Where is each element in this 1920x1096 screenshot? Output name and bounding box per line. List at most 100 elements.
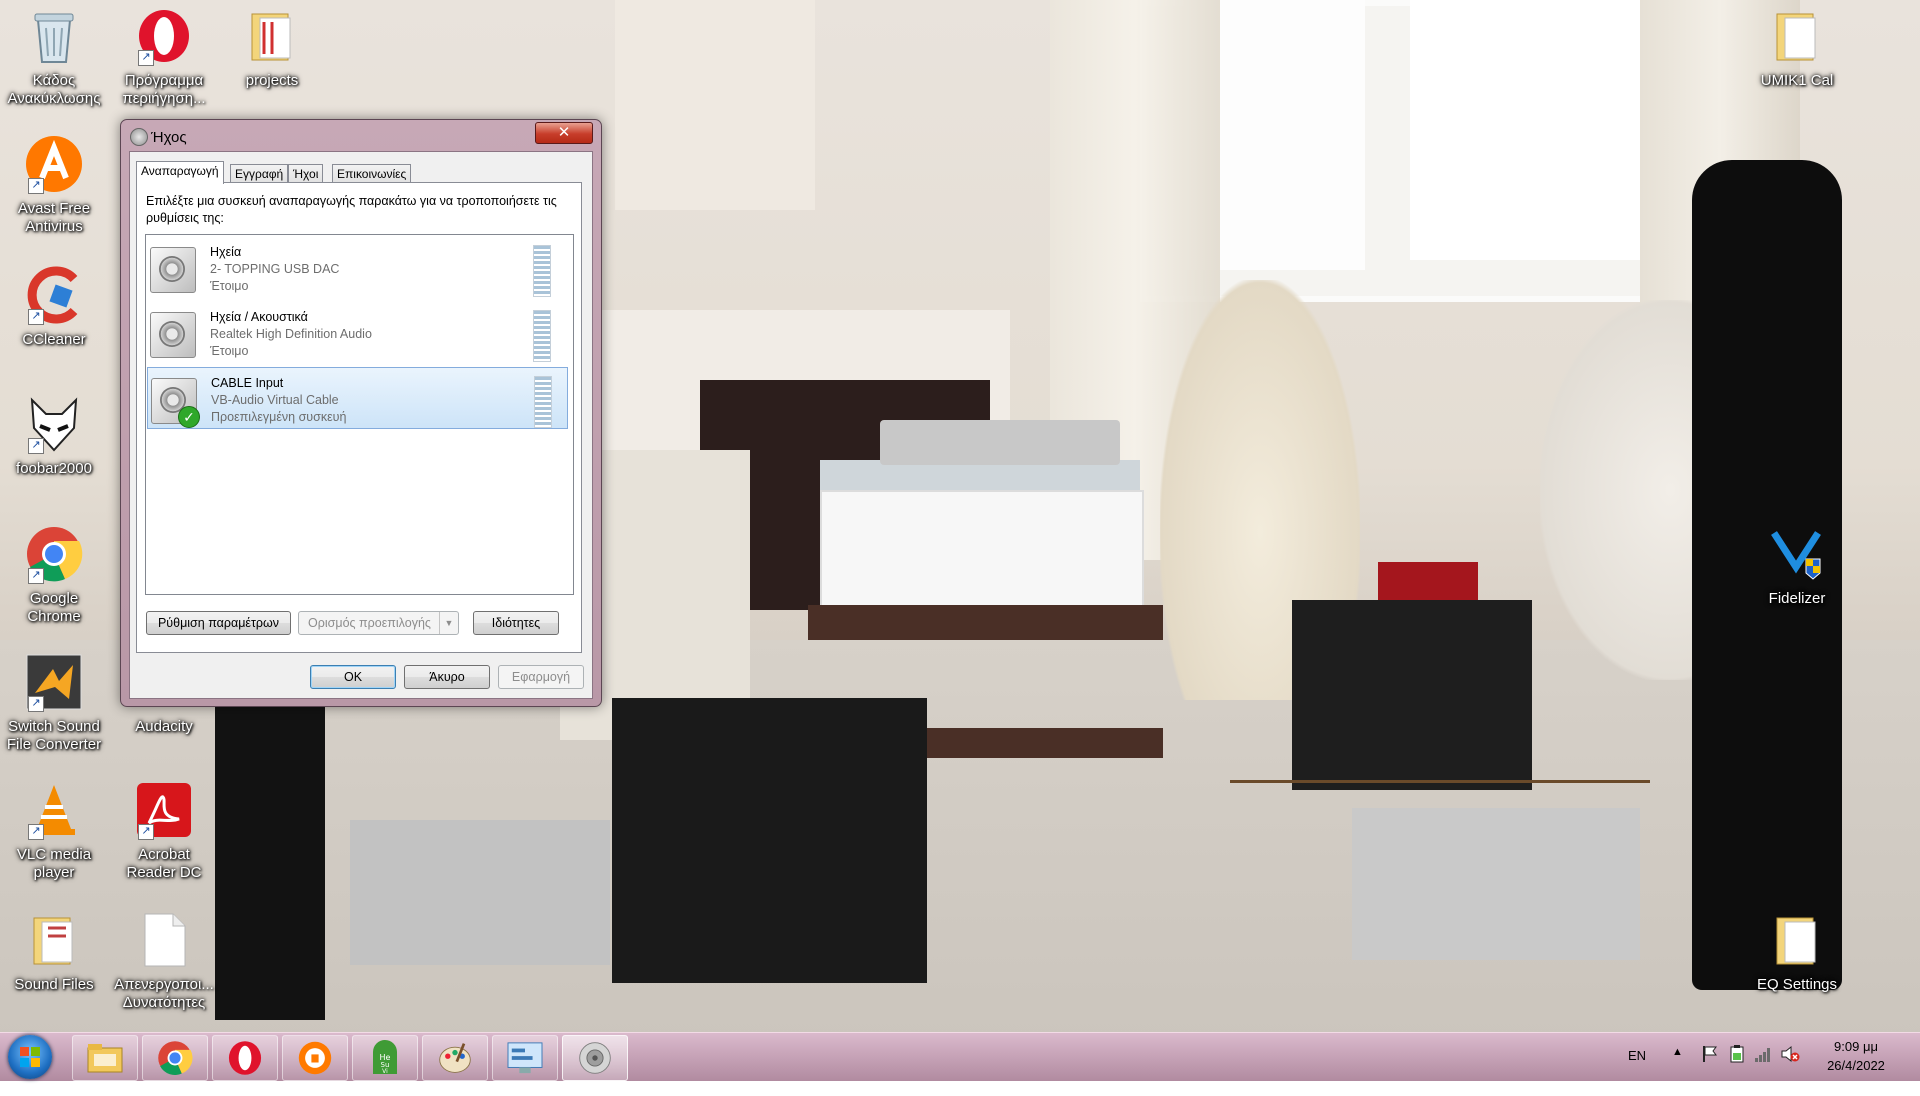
dialog-client-area: Αναπαραγωγή Εγγραφή Ήχοι Επικοινωνίες Επ… <box>129 151 593 699</box>
desktop-icon-label: Fidelizer <box>1768 590 1826 607</box>
clock-date: 26/4/2022 <box>1827 1058 1885 1073</box>
folder-icon <box>242 6 302 66</box>
desktop-icon-eq-settings[interactable]: EQ Settings <box>1745 910 1849 994</box>
device-item-topping-usb-dac[interactable]: Ηχεία 2- TOPPING USB DAC Έτοιμο <box>147 237 568 299</box>
cancel-button[interactable]: Άκυρο <box>404 665 490 689</box>
device-status: Έτοιμο <box>210 279 249 293</box>
desktop-icon-label: foobar2000 <box>16 460 92 477</box>
shortcut-arrow-icon: ↗ <box>28 309 44 325</box>
windows-logo-icon <box>20 1047 40 1067</box>
desktop-icon-projects[interactable]: projects <box>220 6 324 90</box>
volume-meter <box>533 245 551 297</box>
configure-button[interactable]: Ρύθμιση παραμέτρων <box>146 611 291 635</box>
desktop-icon-disabled-features[interactable]: Απενεργοποι... Δυνατότητες <box>112 910 216 1012</box>
foobar-icon: ↗ <box>24 394 84 454</box>
clock[interactable]: 9:09 μμ 26/4/2022 <box>1808 1037 1904 1075</box>
desktop-icon-label: VLC media player <box>16 846 92 881</box>
desktop-icon-switch[interactable]: ↗ Switch Sound File Converter <box>2 652 106 754</box>
ok-button[interactable]: OK <box>310 665 396 689</box>
device-name: Ηχεία <box>210 245 242 259</box>
tab-sounds[interactable]: Ήχοι <box>288 164 324 183</box>
desktop-icon-opera[interactable]: ↗ Πρόγραμμα περιήγηση... <box>112 6 216 108</box>
desktop-icon-umik1-cal[interactable]: UMIK1 Cal <box>1745 6 1849 90</box>
device-item-realtek[interactable]: Ηχεία / Ακουστικά Realtek High Definitio… <box>147 302 568 364</box>
playback-panel: Επιλέξτε μια συσκευή αναπαραγωγής παρακά… <box>136 182 582 653</box>
wallpaper-cable <box>1230 780 1650 783</box>
switch-icon: ↗ <box>24 652 84 712</box>
set-default-button[interactable]: Ορισμός προεπιλογής ▼ <box>298 611 459 635</box>
chrome-icon <box>158 1041 193 1076</box>
volume-meter <box>533 310 551 362</box>
taskbar-sound[interactable] <box>562 1035 628 1081</box>
desktop-icon-recycle-bin[interactable]: Κάδος Ανακύκλωσης <box>2 6 106 108</box>
shortcut-arrow-icon: ↗ <box>28 178 44 194</box>
device-item-cable-input[interactable]: ✓ CABLE Input VB-Audio Virtual Cable Προ… <box>147 367 568 429</box>
taskbar-secure-browser[interactable] <box>282 1035 348 1081</box>
close-button[interactable]: ✕ <box>535 122 593 144</box>
desktop-icon-label: Audacity <box>135 718 193 735</box>
desktop-icon-vlc[interactable]: ↗ VLC media player <box>2 780 106 882</box>
shortcut-arrow-icon: ↗ <box>28 696 44 712</box>
desktop-icon-ccleaner[interactable]: ↗ CCleaner <box>2 265 106 349</box>
desktop-icon-google-chrome[interactable]: ↗ Google Chrome <box>2 524 106 626</box>
properties-button[interactable]: Ιδιότητες <box>473 611 559 635</box>
wallpaper-window-pane <box>1410 0 1640 260</box>
instruction-text: Επιλέξτε μια συσκευή αναπαραγωγής παρακά… <box>146 194 557 225</box>
tab-communications[interactable]: Επικοινωνίες <box>332 164 412 183</box>
opera-icon <box>228 1041 262 1075</box>
device-list[interactable]: Ηχεία 2- TOPPING USB DAC Έτοιμο Ηχεία / … <box>145 234 574 595</box>
start-button[interactable] <box>8 1035 52 1079</box>
acrobat-icon: ↗ <box>134 780 194 840</box>
sound-icon <box>579 1042 611 1074</box>
avast-secure-browser-icon <box>298 1041 332 1075</box>
desktop-icon-label: Avast Free Antivirus <box>17 200 91 235</box>
fidelizer-icon <box>1767 524 1827 584</box>
device-description: Realtek High Definition Audio <box>210 327 372 341</box>
tab-playback[interactable]: Αναπαραγωγή <box>136 161 224 184</box>
desktop-icon-label: Πρόγραμμα περιήγηση... <box>122 72 206 107</box>
power-icon[interactable] <box>1728 1045 1746 1093</box>
desktop-icon-label: Κάδος Ανακύκλωσης <box>7 72 101 107</box>
opera-icon: ↗ <box>134 6 194 66</box>
folder-icon <box>1767 6 1827 66</box>
device-status: Προεπιλεγμένη συσκευή <box>211 410 347 424</box>
network-signal-icon[interactable] <box>1754 1045 1772 1093</box>
folder-icon <box>1767 910 1827 970</box>
taskbar-paint[interactable] <box>422 1035 488 1081</box>
taskbar-hesuvi[interactable]: He Su Vi <box>352 1035 418 1081</box>
taskbar-explorer[interactable] <box>72 1035 138 1081</box>
desktop-icon-label: Google Chrome <box>27 590 81 625</box>
action-center-flag-icon[interactable] <box>1702 1045 1718 1093</box>
volume-muted-icon[interactable] <box>1780 1045 1800 1093</box>
wallpaper-rack <box>820 490 1144 614</box>
desktop-icon-label: Acrobat Reader DC <box>126 846 202 881</box>
apply-button[interactable]: Εφαρμογή <box>498 665 584 689</box>
desktop-icon-label: CCleaner <box>22 331 86 348</box>
taskbar-chrome[interactable] <box>142 1035 208 1081</box>
shortcut-arrow-icon: ↗ <box>28 824 44 840</box>
desktop-icon-label: projects <box>245 72 299 89</box>
device-status: Έτοιμο <box>210 344 249 358</box>
ccleaner-icon: ↗ <box>24 265 84 325</box>
wallpaper-niche <box>615 0 815 210</box>
wallpaper-subwoofer <box>612 698 927 983</box>
speaker-icon <box>150 312 196 358</box>
desktop-icon-foobar2000[interactable]: ↗ foobar2000 <box>2 394 106 478</box>
shortcut-arrow-icon: ↗ <box>138 824 154 840</box>
wallpaper-turntable <box>880 420 1120 465</box>
show-hidden-icons-icon[interactable]: ▲ <box>1672 1046 1683 1094</box>
chevron-down-icon[interactable]: ▼ <box>439 612 458 634</box>
svg-text:Vi: Vi <box>382 1068 388 1075</box>
language-indicator[interactable]: EN <box>1628 1048 1646 1096</box>
desktop-icon-acrobat[interactable]: ↗ Acrobat Reader DC <box>112 780 216 882</box>
dialog-title: Ήχος <box>151 129 187 146</box>
tab-recording[interactable]: Εγγραφή <box>230 164 289 183</box>
device-description: 2- TOPPING USB DAC <box>210 262 340 276</box>
desktop-icon-avast[interactable]: ↗ Avast Free Antivirus <box>2 134 106 236</box>
set-default-label: Ορισμός προεπιλογής <box>308 616 431 630</box>
speaker-icon <box>150 247 196 293</box>
desktop-icon-sound-files[interactable]: Sound Files <box>2 910 106 994</box>
desktop-icon-fidelizer[interactable]: Fidelizer <box>1745 524 1849 608</box>
taskbar-opera[interactable] <box>212 1035 278 1081</box>
taskbar-control-panel[interactable] <box>492 1035 558 1081</box>
